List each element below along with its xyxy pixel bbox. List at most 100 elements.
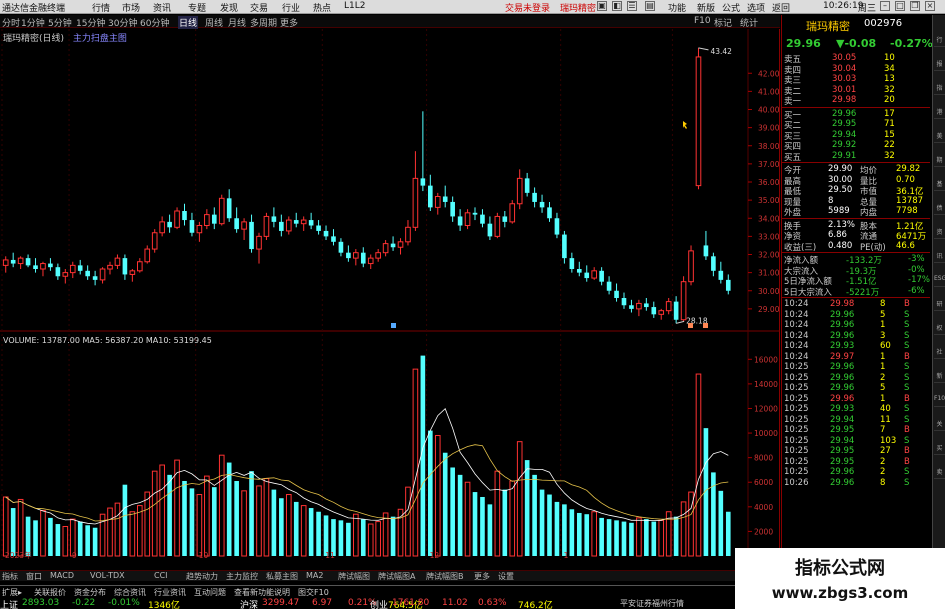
bid-row[interactable]: 买二 29.95 71	[784, 119, 930, 131]
menu-return[interactable]: 返回	[772, 1, 790, 14]
sidebar-tab[interactable]: F10	[934, 395, 945, 407]
sidebar-tab[interactable]: 讯	[934, 251, 945, 263]
menu-market2[interactable]: 市场	[122, 1, 140, 14]
menu-news[interactable]: 资讯	[153, 1, 171, 14]
sidebar-tab[interactable]: 资	[934, 227, 945, 239]
tick-direction: S	[904, 372, 910, 383]
indicator-tab[interactable]: 主力监控	[226, 571, 258, 582]
tf-daily[interactable]: 日线	[178, 16, 199, 29]
bid-row[interactable]: 买五 29.91 32	[784, 151, 930, 163]
window-icon-1[interactable]: ▣	[597, 1, 607, 11]
menu-discover[interactable]: 发现	[220, 1, 238, 14]
trade-login-status[interactable]: 交易未登录	[505, 1, 550, 14]
sidebar-tab[interactable]: ESG	[934, 275, 945, 287]
menu-topic[interactable]: 专题	[188, 1, 206, 14]
indicator-tab[interactable]: 窗口	[26, 571, 42, 582]
chart-area[interactable]: 瑞玛精密(日线) 主力扫盘主图 VOLUME: 13787.00 MA5: 56…	[0, 29, 780, 560]
sidebar-tab[interactable]: 买	[934, 443, 945, 455]
menu-l1l2[interactable]: L1L2	[344, 1, 365, 11]
price-volume-chart[interactable]: 42.00 41.00 40.00 39.00 38.00 37.00 36.00 35.00…	[0, 29, 780, 560]
tf-weekly[interactable]: 周线	[205, 16, 223, 29]
sidebar-tab[interactable]: 美	[934, 131, 945, 143]
volume-ma10-line	[5, 444, 729, 522]
tf-1min[interactable]: 1分钟	[21, 16, 45, 29]
sidebar-tab[interactable]: 指	[934, 83, 945, 95]
sidebar-tab[interactable]: 基	[934, 179, 945, 191]
sidebar-tab[interactable]: 社	[934, 347, 945, 359]
indicator-tab[interactable]: 更多	[474, 571, 490, 582]
indicator-tab[interactable]: 牌试幅图A	[378, 571, 415, 582]
sidebar-tab[interactable]: 新	[934, 371, 945, 383]
tf-more[interactable]: 更多	[280, 16, 298, 29]
sidebar-tab[interactable]: 行	[934, 35, 945, 47]
sidebar-tab[interactable]: 关	[934, 419, 945, 431]
sidebar-tab[interactable]: 权	[934, 323, 945, 335]
indicator-tab[interactable]: CCI	[154, 571, 168, 580]
tf-30min[interactable]: 30分钟	[108, 16, 137, 29]
sidebar-tab[interactable]: 债	[934, 203, 945, 215]
indicator-tab[interactable]: 趋势动力	[186, 571, 218, 582]
volume-tick-label: 16000	[754, 355, 778, 364]
tf-minute[interactable]: 分时	[2, 16, 20, 29]
sidebar-tab[interactable]: 卖	[934, 467, 945, 479]
bid-row[interactable]: 买一 29.96 17	[784, 109, 930, 121]
tool-stats[interactable]: 统计	[740, 16, 758, 29]
indicator-tab[interactable]: 设置	[498, 571, 514, 582]
ask-row[interactable]: 卖一 29.98 20	[784, 95, 930, 107]
bid-row[interactable]: 买四 29.92 22	[784, 140, 930, 152]
indicator-tab[interactable]: MACD	[50, 571, 74, 580]
volume-bar	[629, 522, 634, 556]
window-icon-2[interactable]: ◧	[612, 1, 622, 11]
indicator-tab[interactable]: 私募主图	[266, 571, 298, 582]
indicator-tab[interactable]: 牌试幅图B	[426, 571, 464, 582]
stat-value: 8	[828, 195, 834, 206]
menu-market[interactable]: 行情	[92, 1, 110, 14]
menu-formula[interactable]: 公式	[722, 1, 740, 14]
index-name[interactable]: 上证	[0, 598, 18, 609]
menu-industry[interactable]: 行业	[282, 1, 300, 14]
sidebar-tab[interactable]: 期	[934, 155, 945, 167]
tf-5min[interactable]: 5分钟	[48, 16, 72, 29]
candle-body	[338, 241, 344, 253]
tf-15min[interactable]: 15分钟	[76, 16, 105, 29]
ask-row[interactable]: 卖二 30.01 32	[784, 85, 930, 97]
ask-row[interactable]: 卖四 30.04 34	[784, 64, 930, 76]
tick-time: 10:25	[784, 383, 809, 393]
window-icon-4[interactable]: ▤	[645, 1, 655, 11]
tool-mark[interactable]: 标记	[714, 16, 732, 29]
sidebar-tab[interactable]: 研	[934, 299, 945, 311]
tick-row: 10:25 29.95 7 B	[784, 425, 930, 435]
maximize-button[interactable]: □	[895, 1, 905, 11]
menu-hot[interactable]: 热点	[313, 1, 331, 14]
sidebar-tab[interactable]: 港	[934, 107, 945, 119]
ask-row[interactable]: 卖三 30.03 13	[784, 74, 930, 86]
event-marker-icon[interactable]	[703, 323, 708, 328]
indicator-tab[interactable]: 指标	[2, 571, 18, 582]
tool-f10[interactable]: F10	[694, 16, 711, 26]
menu-new-version[interactable]: 新版	[697, 1, 715, 14]
menu-function[interactable]: 功能	[668, 1, 686, 14]
tf-multi[interactable]: 多周期	[250, 16, 277, 29]
sidebar-tab[interactable]: 报	[934, 59, 945, 71]
price-tick-label: 42.00	[758, 69, 780, 78]
event-marker-icon[interactable]	[391, 323, 396, 328]
event-marker-icon[interactable]	[688, 323, 693, 328]
menu-options[interactable]: 选项	[747, 1, 765, 14]
tf-monthly[interactable]: 月线	[228, 16, 246, 29]
restore-button[interactable]: ❐	[910, 1, 920, 11]
volume-bar	[502, 489, 508, 556]
indicator-tab[interactable]: MA2	[306, 571, 323, 580]
ask-row[interactable]: 卖五 30.05 10	[784, 53, 930, 65]
tf-60min[interactable]: 60分钟	[140, 16, 169, 29]
close-button[interactable]: ×	[925, 1, 935, 11]
minimize-button[interactable]: –	[880, 1, 890, 11]
menu-trade[interactable]: 交易	[250, 1, 268, 14]
indicator-tab[interactable]: VOL-TDX	[90, 571, 125, 580]
index-name[interactable]: 沪深	[240, 598, 258, 609]
volume-bar	[621, 521, 627, 556]
window-icon-3[interactable]: ☰	[627, 1, 637, 11]
tick-price: 29.96	[830, 309, 855, 320]
bid-row[interactable]: 买三 29.94 15	[784, 130, 930, 142]
index-name[interactable]: 创业	[370, 598, 388, 609]
indicator-tab[interactable]: 牌试幅图	[338, 571, 370, 582]
